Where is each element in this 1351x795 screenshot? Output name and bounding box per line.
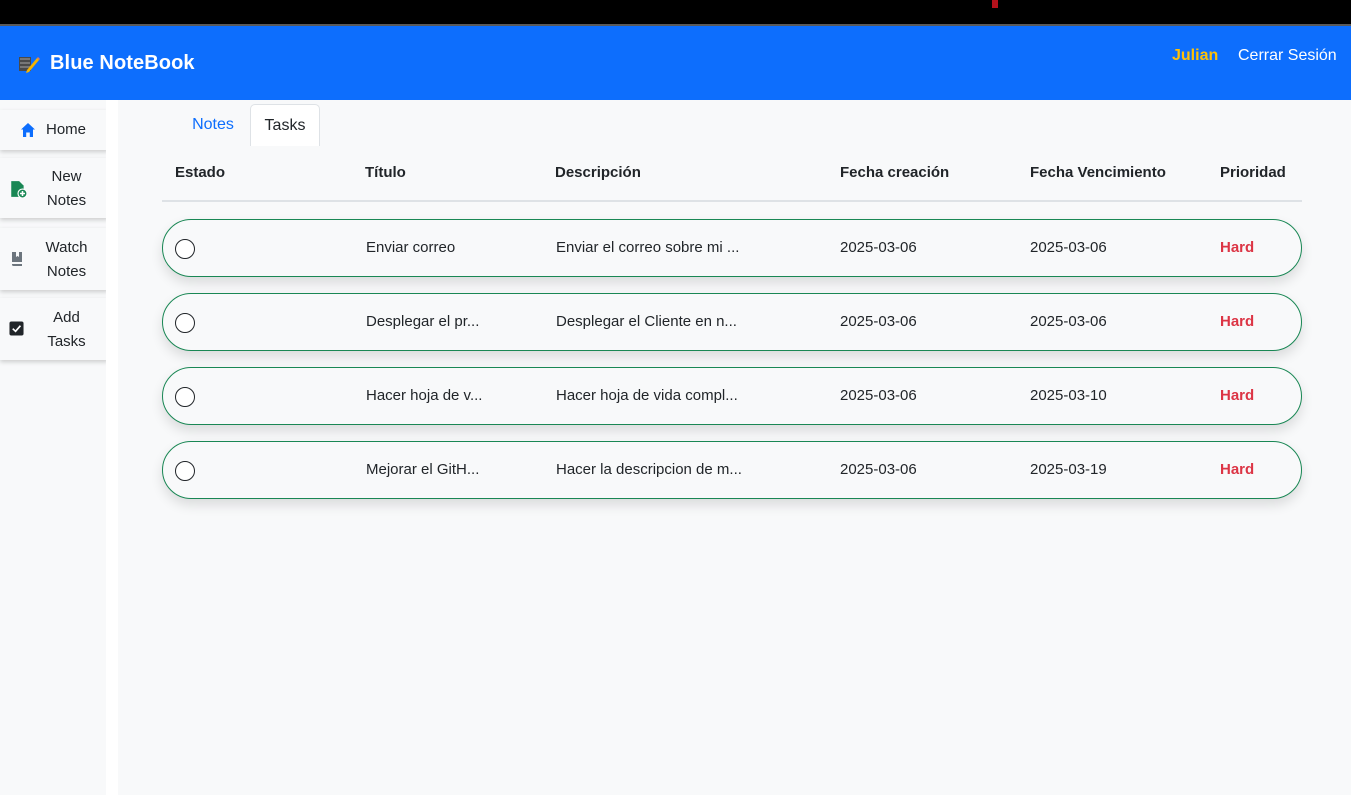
status-radio[interactable] [175,239,195,259]
sidebar-item-label: Tasks [47,333,86,350]
sidebar-item-label: Home [45,121,86,138]
task-due-date: 2025-03-19 [1030,461,1107,478]
task-title: Hacer hoja de v... [366,387,483,404]
top-strip [0,0,1351,26]
sidebar-item-label: Watch [45,239,88,256]
status-radio[interactable] [175,461,195,481]
brand-title: Blue NoteBook [50,52,195,74]
task-title: Enviar correo [366,239,456,256]
book-icon [12,252,22,266]
top-strip-mark [992,0,998,8]
table-row[interactable]: Enviar correo Enviar el correo sobre mi … [162,219,1302,277]
table-row[interactable]: Desplegar el pr... Desplegar el Cliente … [162,293,1302,351]
tab-tasks[interactable]: Tasks [250,104,320,146]
navbar: Blue NoteBook Julian Cerrar Sesión [0,26,1351,100]
tab-notes[interactable]: Notes [176,104,250,146]
sidebar-item-label: Notes [46,192,87,209]
task-description: Desplegar el Cliente en n... [556,313,737,330]
sidebar-item-home[interactable]: Home [0,110,109,150]
task-description: Enviar el correo sobre mi ... [556,239,740,256]
task-due-date: 2025-03-06 [1030,313,1107,330]
sidebar-divider [106,100,118,795]
logout-link[interactable]: Cerrar Sesión [1238,47,1337,65]
task-title: Desplegar el pr... [366,313,480,330]
sidebar-item-watch-notes[interactable]: Watch Notes [0,228,109,290]
header-estado: Estado [175,164,226,181]
main-content: Notes Tasks Estado Título Descripción Fe… [118,100,1351,795]
checkbox-icon [9,321,24,336]
status-radio[interactable] [175,387,195,407]
brand[interactable]: Blue NoteBook [18,52,195,75]
sidebar-item-label: Notes [46,263,87,280]
task-due-date: 2025-03-06 [1030,239,1107,256]
task-due-date: 2025-03-10 [1030,387,1107,404]
task-priority: Hard [1220,313,1255,330]
sidebar-item-new-notes[interactable]: New Notes [0,158,109,218]
task-created-date: 2025-03-06 [840,313,917,330]
task-priority: Hard [1220,461,1255,478]
table-row[interactable]: Mejorar el GitH... Hacer la descripcion … [162,441,1302,499]
header-titulo: Título [365,164,406,181]
task-priority: Hard [1220,239,1255,256]
header-fecha-creacion: Fecha creación [840,164,950,181]
status-radio[interactable] [175,313,195,333]
user-name[interactable]: Julian [1172,47,1218,65]
task-description: Hacer la descripcion de m... [556,461,742,478]
task-created-date: 2025-03-06 [840,387,917,404]
task-description: Hacer hoja de vida compl... [556,387,738,404]
task-priority: Hard [1220,387,1255,404]
header-fecha-vencimiento: Fecha Vencimiento [1030,164,1166,181]
notebook-pencil-icon [19,56,40,73]
header-descripcion: Descripción [555,164,641,181]
sidebar-item-add-tasks[interactable]: Add Tasks [0,298,109,360]
task-created-date: 2025-03-06 [840,239,917,256]
sidebar-item-label: New [51,168,82,185]
header-prioridad: Prioridad [1220,164,1286,181]
table-row[interactable]: Hacer hoja de v... Hacer hoja de vida co… [162,367,1302,425]
task-title: Mejorar el GitH... [366,461,480,478]
sidebar-item-label: Add [53,309,80,326]
task-created-date: 2025-03-06 [840,461,917,478]
sidebar: Home New Notes Watch Notes Add Tasks [0,100,109,795]
table-header: Estado Título Descripción Fecha creación… [162,146,1302,202]
